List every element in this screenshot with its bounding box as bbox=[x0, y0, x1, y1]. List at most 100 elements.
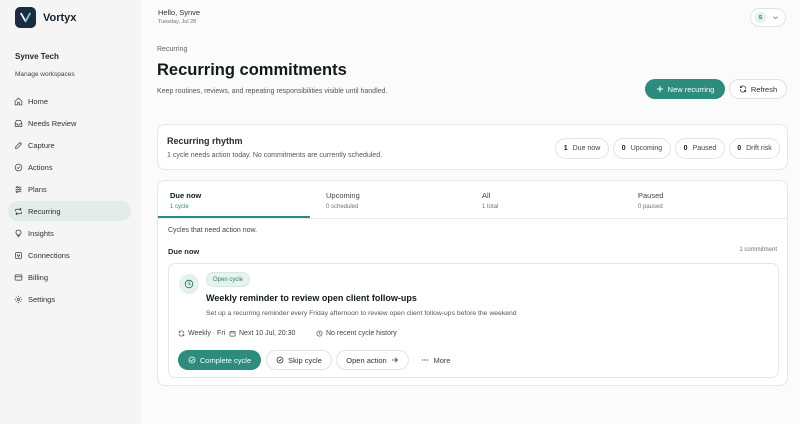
stat-label: Upcoming bbox=[630, 145, 663, 152]
ellipsis-icon bbox=[422, 359, 429, 361]
refresh-label: Refresh bbox=[750, 84, 778, 94]
stat-upcoming: 0 Upcoming bbox=[613, 138, 671, 159]
tab-label: Due now bbox=[170, 191, 202, 200]
page-subtitle: Keep routines, reviews, and repeating re… bbox=[157, 88, 388, 95]
section-count: 1 commitment bbox=[739, 247, 777, 253]
skip-icon bbox=[276, 356, 284, 364]
cycles-note: Cycles that need action now. bbox=[168, 227, 258, 234]
check-circle-icon bbox=[14, 163, 23, 171]
tab-count: 0 paused bbox=[638, 204, 663, 210]
tab-count: 1 total bbox=[482, 204, 499, 210]
breadcrumb[interactable]: Recurring bbox=[157, 46, 187, 53]
sliders-icon bbox=[15, 185, 22, 193]
tab-label: Upcoming bbox=[326, 191, 360, 200]
sidebar-item-plans[interactable]: Plans bbox=[8, 179, 131, 199]
tab-label: Paused bbox=[638, 191, 664, 200]
history-clock-icon bbox=[316, 330, 323, 337]
sidebar-item-settings[interactable]: Settings bbox=[8, 289, 131, 309]
pen-icon bbox=[15, 141, 22, 149]
repeat-icon bbox=[15, 207, 22, 215]
plug-icon bbox=[15, 251, 22, 259]
frequency-text: Weekly · Fri bbox=[188, 330, 226, 337]
sidebar-item-label: Needs Review bbox=[28, 118, 77, 128]
stat-label: Due now bbox=[572, 145, 601, 152]
sidebar-item-actions[interactable]: Actions bbox=[8, 157, 131, 177]
org-name[interactable]: Synve Tech bbox=[15, 52, 59, 61]
app-name: Vortyx bbox=[43, 11, 77, 24]
brand[interactable]: Vortyx bbox=[15, 7, 76, 28]
sidebar-item-capture[interactable]: Capture bbox=[8, 135, 131, 155]
gear-icon bbox=[14, 295, 23, 303]
sidebar-item-label: Capture bbox=[28, 140, 55, 150]
open-action-button[interactable]: Open action bbox=[336, 350, 409, 370]
card-title[interactable]: Weekly reminder to review open client fo… bbox=[206, 293, 417, 303]
clock-icon bbox=[179, 274, 199, 294]
tab-due-now[interactable]: Due now 1 cycle bbox=[158, 181, 314, 218]
sidebar-item-billing[interactable]: Billing bbox=[8, 267, 131, 287]
page-title: Recurring commitments bbox=[157, 61, 347, 79]
tab-paused[interactable]: Paused 0 paused bbox=[626, 181, 782, 218]
new-recurring-label: New recurring bbox=[667, 84, 715, 94]
check-circle-icon bbox=[188, 356, 196, 364]
inbox-icon bbox=[14, 119, 23, 127]
sidebar-item-home[interactable]: Home bbox=[8, 91, 131, 111]
complete-cycle-button[interactable]: Complete cycle bbox=[178, 350, 261, 370]
home-icon bbox=[14, 97, 23, 105]
tabs-divider bbox=[158, 218, 787, 219]
more-button[interactable]: More bbox=[414, 350, 458, 370]
more-label: More bbox=[433, 355, 451, 365]
new-recurring-button[interactable]: New recurring bbox=[645, 79, 725, 99]
tab-upcoming[interactable]: Upcoming 0 scheduled bbox=[314, 181, 470, 218]
sidebar-item-label: Actions bbox=[28, 162, 53, 172]
history-meta: No recent cycle history bbox=[316, 330, 397, 337]
stat-count: 1 bbox=[563, 145, 568, 152]
open-action-label: Open action bbox=[346, 355, 387, 365]
stat-paused: 0 Paused bbox=[675, 138, 725, 159]
complete-cycle-label: Complete cycle bbox=[199, 355, 252, 365]
chevron-down-icon bbox=[773, 16, 778, 20]
top-bar: Hello, Synve Tuesday, Jul 28 S bbox=[141, 0, 800, 36]
main-content: Hello, Synve Tuesday, Jul 28 S Recurring… bbox=[141, 0, 800, 424]
plus-icon bbox=[656, 85, 663, 93]
sidebar-item-recurring[interactable]: Recurring bbox=[8, 201, 131, 221]
sidebar-item-label: Plans bbox=[28, 184, 47, 194]
tab-all[interactable]: All 1 total bbox=[470, 181, 626, 218]
section-title: Due now bbox=[168, 247, 200, 256]
sidebar-item-label: Insights bbox=[28, 228, 54, 238]
stat-drift-risk: 0 Drift risk bbox=[729, 138, 780, 159]
status-badge: Open cycle bbox=[206, 272, 251, 287]
tab-label: All bbox=[482, 191, 491, 200]
sidebar-item-connections[interactable]: Connections bbox=[8, 245, 131, 265]
sidebar-item-label: Home bbox=[28, 96, 49, 106]
stat-due-now: 1 Due now bbox=[555, 138, 609, 159]
recurring-card: Open cycle Weekly reminder to review ope… bbox=[168, 263, 779, 378]
skip-cycle-button[interactable]: Skip cycle bbox=[266, 350, 332, 370]
recurring-rhythm-card: Recurring rhythm 1 cycle needs action to… bbox=[157, 124, 788, 170]
sidebar-item-needs-review[interactable]: Needs Review bbox=[8, 113, 131, 133]
arrow-right-icon bbox=[391, 357, 398, 363]
sidebar-item-label: Recurring bbox=[28, 206, 61, 216]
rhythm-title: Recurring rhythm bbox=[167, 136, 243, 146]
history-text: No recent cycle history bbox=[326, 330, 397, 337]
stat-label: Paused bbox=[692, 145, 717, 152]
sidebar-item-label: Settings bbox=[28, 294, 56, 304]
avatar: S bbox=[755, 12, 766, 23]
stat-count: 0 bbox=[737, 145, 742, 152]
sidebar: Vortyx Synve Tech Manage workspaces Home… bbox=[0, 0, 141, 424]
sidebar-nav: Home Needs Review Capture Actions Plans … bbox=[8, 91, 131, 311]
sidebar-item-insights[interactable]: Insights bbox=[8, 223, 131, 243]
stat-label: Drift risk bbox=[746, 145, 772, 152]
card-icon bbox=[14, 274, 23, 280]
greeting: Hello, Synve bbox=[158, 8, 201, 17]
manage-workspaces-link[interactable]: Manage workspaces bbox=[15, 71, 75, 78]
calendar-icon bbox=[229, 330, 236, 337]
current-date: Tuesday, Jul 28 bbox=[158, 19, 197, 25]
account-menu-button[interactable]: S bbox=[750, 8, 786, 27]
tab-count: 0 scheduled bbox=[326, 204, 359, 210]
card-description: Set up a recurring reminder every Friday… bbox=[206, 310, 517, 317]
lightbulb-icon bbox=[15, 229, 22, 237]
rhythm-description: 1 cycle needs action today. No commitmen… bbox=[167, 152, 383, 159]
frequency-meta: Weekly · Fri bbox=[178, 330, 225, 337]
sidebar-item-label: Billing bbox=[28, 272, 49, 282]
refresh-button[interactable]: Refresh bbox=[729, 79, 787, 99]
